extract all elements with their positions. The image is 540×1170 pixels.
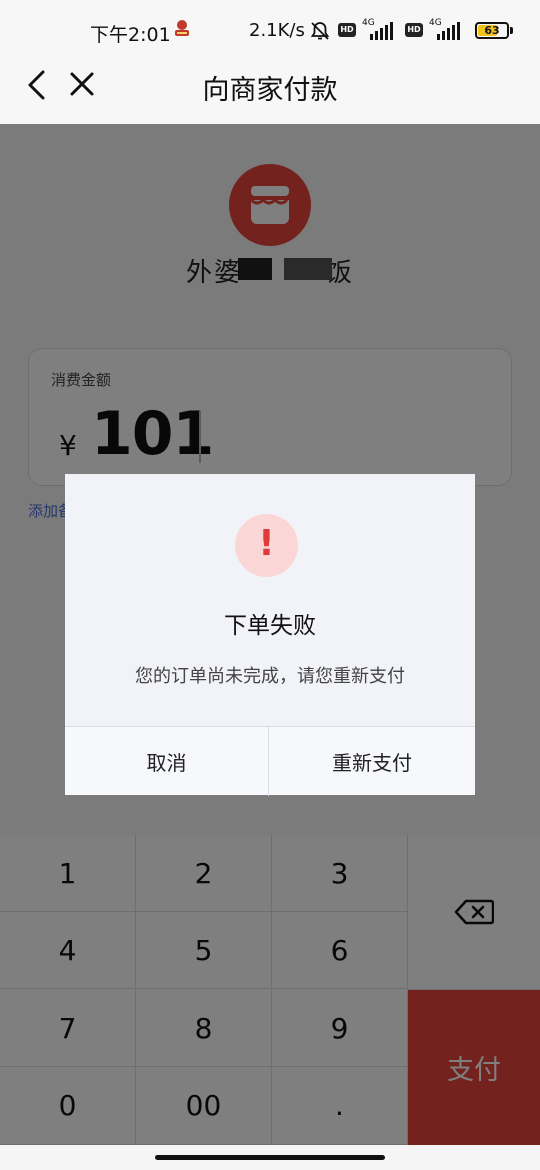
- order-failed-dialog: ! 下单失败 您的订单尚未完成，请您重新支付 取消 重新支付: [65, 474, 475, 796]
- status-time: 下午2:01: [90, 24, 171, 46]
- dialog-message: 您的订单尚未完成，请您重新支付: [135, 666, 405, 687]
- battery-icon: 63: [475, 22, 509, 39]
- signal-icon: 4G: [429, 18, 460, 40]
- exclamation-icon: !: [258, 523, 275, 564]
- alert-icon: !: [235, 514, 298, 577]
- hd-badge: HD: [405, 23, 423, 37]
- dialog-title: 下单失败: [224, 613, 316, 639]
- status-bar: 下午2:01 2.1K/s HD 4G HD 4G 63: [0, 0, 540, 60]
- page-title: 向商家付款: [202, 75, 338, 106]
- network-speed: 2.1K/s: [249, 20, 305, 41]
- dialog-actions: 取消 重新支付: [65, 726, 475, 796]
- signal-icon: 4G: [362, 18, 393, 40]
- home-indicator[interactable]: [155, 1155, 385, 1160]
- muted-bell-icon: [310, 22, 330, 40]
- battery-nub: [510, 27, 513, 34]
- nav-bar: 向商家付款: [0, 60, 540, 124]
- battery-percent: 63: [484, 24, 500, 37]
- svg-text:4G: 4G: [362, 18, 375, 28]
- svg-text:4G: 4G: [429, 18, 442, 28]
- cancel-button[interactable]: 取消: [65, 727, 269, 796]
- system-nav-bar: [0, 1145, 540, 1170]
- repay-button[interactable]: 重新支付: [269, 727, 475, 796]
- hd-badge: HD: [338, 23, 356, 37]
- notification-app-icon: [175, 20, 189, 36]
